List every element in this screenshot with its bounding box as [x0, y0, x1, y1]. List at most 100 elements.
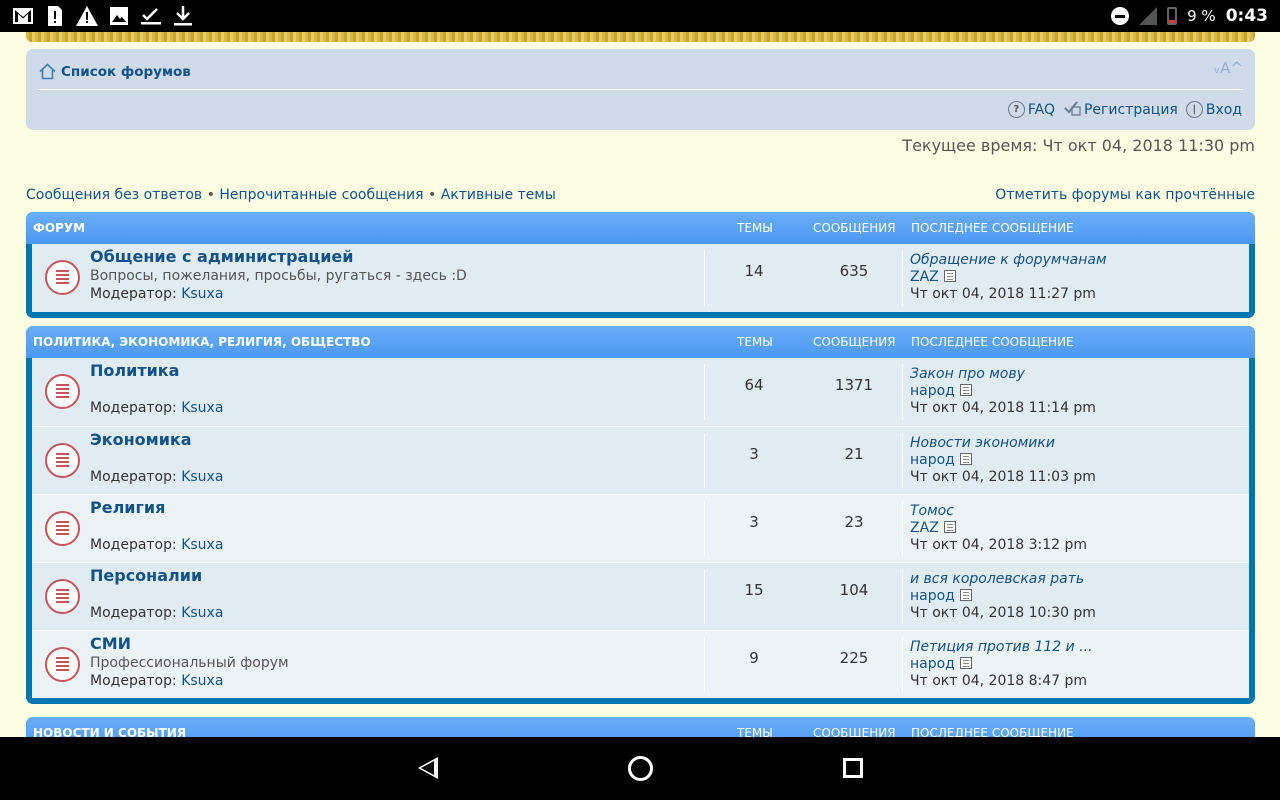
- recent-apps-icon[interactable]: [843, 758, 863, 778]
- moderator-link[interactable]: Ksuxa: [181, 286, 223, 302]
- login-label: Вход: [1205, 101, 1242, 118]
- category-title[interactable]: ПОЛИТИКА, ЭКОНОМИКА, РЕЛИГИЯ, ОБЩЕСТВО: [33, 335, 371, 349]
- last-post-author[interactable]: ZAZ: [910, 520, 939, 536]
- view-latest-post-icon[interactable]: [943, 521, 956, 533]
- home-icon[interactable]: [39, 63, 56, 80]
- moderator-label: Модератор:: [90, 605, 177, 621]
- forum-title[interactable]: СМИ: [90, 634, 131, 653]
- last-post-author[interactable]: ZAZ: [910, 269, 939, 285]
- forum-title[interactable]: Религия: [90, 498, 165, 517]
- separator: •: [206, 187, 215, 203]
- last-post-time: Чт окт 04, 2018 11:27 pm: [910, 286, 1096, 302]
- forum-row: Персоналии Модератор: Ksuxa 15 104 и вся…: [32, 562, 1249, 630]
- last-post-title[interactable]: Закон про мову: [910, 366, 1096, 383]
- last-post-title[interactable]: Томос: [910, 503, 1087, 520]
- last-post-author[interactable]: народ: [910, 656, 955, 672]
- active-topics-link[interactable]: Активные темы: [441, 187, 556, 203]
- posts-count: 21: [844, 445, 864, 463]
- view-latest-post-icon[interactable]: [959, 384, 972, 396]
- moderator-link[interactable]: Ksuxa: [181, 537, 223, 553]
- col-last-post: ПОСЛЕДНЕЕ СООБЩЕНИЕ: [911, 726, 1074, 737]
- system-nav-bar: [0, 737, 1280, 800]
- forum-title[interactable]: Политика: [90, 361, 179, 380]
- back-icon[interactable]: [418, 757, 438, 779]
- forum-title[interactable]: Экономика: [90, 430, 192, 449]
- checklist-icon: [140, 5, 162, 27]
- last-post-title[interactable]: Петиция против 112 и ...: [910, 639, 1093, 656]
- moderator-link[interactable]: Ksuxa: [181, 400, 223, 416]
- forum-read-icon: [45, 647, 80, 682]
- unread-link[interactable]: Непрочитанные сообщения: [219, 187, 423, 203]
- category-title[interactable]: ФОРУМ: [33, 221, 85, 235]
- col-posts: СООБЩЕНИЯ: [813, 335, 896, 349]
- col-topics: ТЕМЫ: [737, 335, 773, 349]
- forum-read-icon: [45, 443, 80, 478]
- quick-links: Сообщения без ответов • Непрочитанные со…: [26, 187, 556, 203]
- moderator-link[interactable]: Ksuxa: [181, 605, 223, 621]
- register-label: Регистрация: [1083, 101, 1178, 118]
- last-post-time: Чт окт 04, 2018 11:14 pm: [910, 400, 1096, 416]
- category-politics: ПОЛИТИКА, ЭКОНОМИКА, РЕЛИГИЯ, ОБЩЕСТВО Т…: [26, 326, 1255, 704]
- topics-count: 3: [749, 445, 759, 463]
- col-posts: СООБЩЕНИЯ: [813, 726, 896, 737]
- col-last-post: ПОСЛЕДНЕЕ СООБЩЕНИЕ: [911, 335, 1074, 349]
- topics-count: 64: [744, 376, 764, 394]
- moderator-link[interactable]: Ksuxa: [181, 469, 223, 485]
- moderator-label: Модератор:: [90, 469, 177, 485]
- last-post-author[interactable]: народ: [910, 588, 955, 604]
- forum-description: Вопросы, пожелания, просьбы, ругаться - …: [90, 268, 467, 284]
- forum-title[interactable]: Персоналии: [90, 566, 202, 585]
- forum-moderator: Модератор: Ksuxa: [90, 286, 223, 302]
- view-latest-post-icon[interactable]: [959, 589, 972, 601]
- moderator-label: Модератор:: [90, 673, 177, 689]
- last-post: Томос ZAZ Чт окт 04, 2018 3:12 pm: [910, 503, 1087, 554]
- last-post-time: Чт окт 04, 2018 11:03 pm: [910, 469, 1096, 485]
- faq-label: FAQ: [1027, 101, 1055, 118]
- home-nav-icon[interactable]: [628, 756, 653, 781]
- last-post-title[interactable]: и вся королевская рать: [910, 571, 1096, 588]
- moderator-label: Модератор:: [90, 286, 177, 302]
- no-signal-icon: [1139, 7, 1158, 25]
- forum-moderator: Модератор: Ksuxa: [90, 673, 223, 689]
- category-header: НОВОСТИ И СОБЫТИЯ ТЕМЫ СООБЩЕНИЯ ПОСЛЕДН…: [26, 717, 1255, 737]
- col-last-post: ПОСЛЕДНЕЕ СООБЩЕНИЕ: [911, 221, 1074, 235]
- forum-row: Общение с администрацией Вопросы, пожела…: [32, 244, 1249, 312]
- view-latest-post-icon[interactable]: [959, 453, 972, 465]
- login-link[interactable]: | Вход: [1185, 99, 1242, 120]
- last-post-title[interactable]: Новости экономики: [910, 435, 1096, 452]
- last-post: и вся королевская рать народ Чт окт 04, …: [910, 571, 1096, 622]
- breadcrumb[interactable]: Список форумов: [61, 64, 191, 80]
- page-content: Список форумов ᵥA^ ? FAQ Регистрация | В…: [0, 32, 1280, 737]
- warning-icon: [76, 5, 98, 27]
- current-time: Текущее время: Чт окт 04, 2018 11:30 pm: [902, 136, 1255, 155]
- forum-read-icon: [45, 579, 80, 614]
- topics-count: 14: [744, 262, 764, 280]
- view-latest-post-icon[interactable]: [943, 270, 956, 282]
- divider: [38, 89, 1243, 90]
- view-latest-post-icon[interactable]: [959, 657, 972, 669]
- register-link[interactable]: Регистрация: [1063, 99, 1178, 120]
- register-icon: [1063, 99, 1081, 120]
- col-topics: ТЕМЫ: [737, 221, 773, 235]
- download-icon: [172, 5, 194, 27]
- forum-title[interactable]: Общение с администрацией: [90, 247, 353, 266]
- last-post-title[interactable]: Обращение к форумчанам: [910, 252, 1107, 269]
- unanswered-link[interactable]: Сообщения без ответов: [26, 187, 202, 203]
- category-news: НОВОСТИ И СОБЫТИЯ ТЕМЫ СООБЩЕНИЯ ПОСЛЕДН…: [26, 717, 1255, 737]
- mark-forums-read-link[interactable]: Отметить форумы как прочтённые: [995, 187, 1255, 203]
- col-topics: ТЕМЫ: [737, 726, 773, 737]
- faq-link[interactable]: ? FAQ: [1007, 99, 1055, 120]
- battery-percent: 9 %: [1187, 7, 1216, 25]
- forum-moderator: Модератор: Ksuxa: [90, 537, 223, 553]
- moderator-link[interactable]: Ksuxa: [181, 673, 223, 689]
- last-post-author[interactable]: народ: [910, 383, 955, 399]
- category-forum: ФОРУМ ТЕМЫ СООБЩЕНИЯ ПОСЛЕДНЕЕ СООБЩЕНИЕ…: [26, 212, 1255, 318]
- forum-moderator: Модератор: Ksuxa: [90, 605, 223, 621]
- font-size-toggle[interactable]: ᵥA^: [1214, 59, 1243, 77]
- last-post: Новости экономики народ Чт окт 04, 2018 …: [910, 435, 1096, 486]
- forum-row: Экономика Модератор: Ksuxa 3 21 Новости …: [32, 426, 1249, 494]
- category-title[interactable]: НОВОСТИ И СОБЫТИЯ: [33, 726, 186, 737]
- last-post-author[interactable]: народ: [910, 452, 955, 468]
- help-icon: ?: [1007, 101, 1025, 118]
- category-header: ПОЛИТИКА, ЭКОНОМИКА, РЕЛИГИЯ, ОБЩЕСТВО Т…: [26, 326, 1255, 358]
